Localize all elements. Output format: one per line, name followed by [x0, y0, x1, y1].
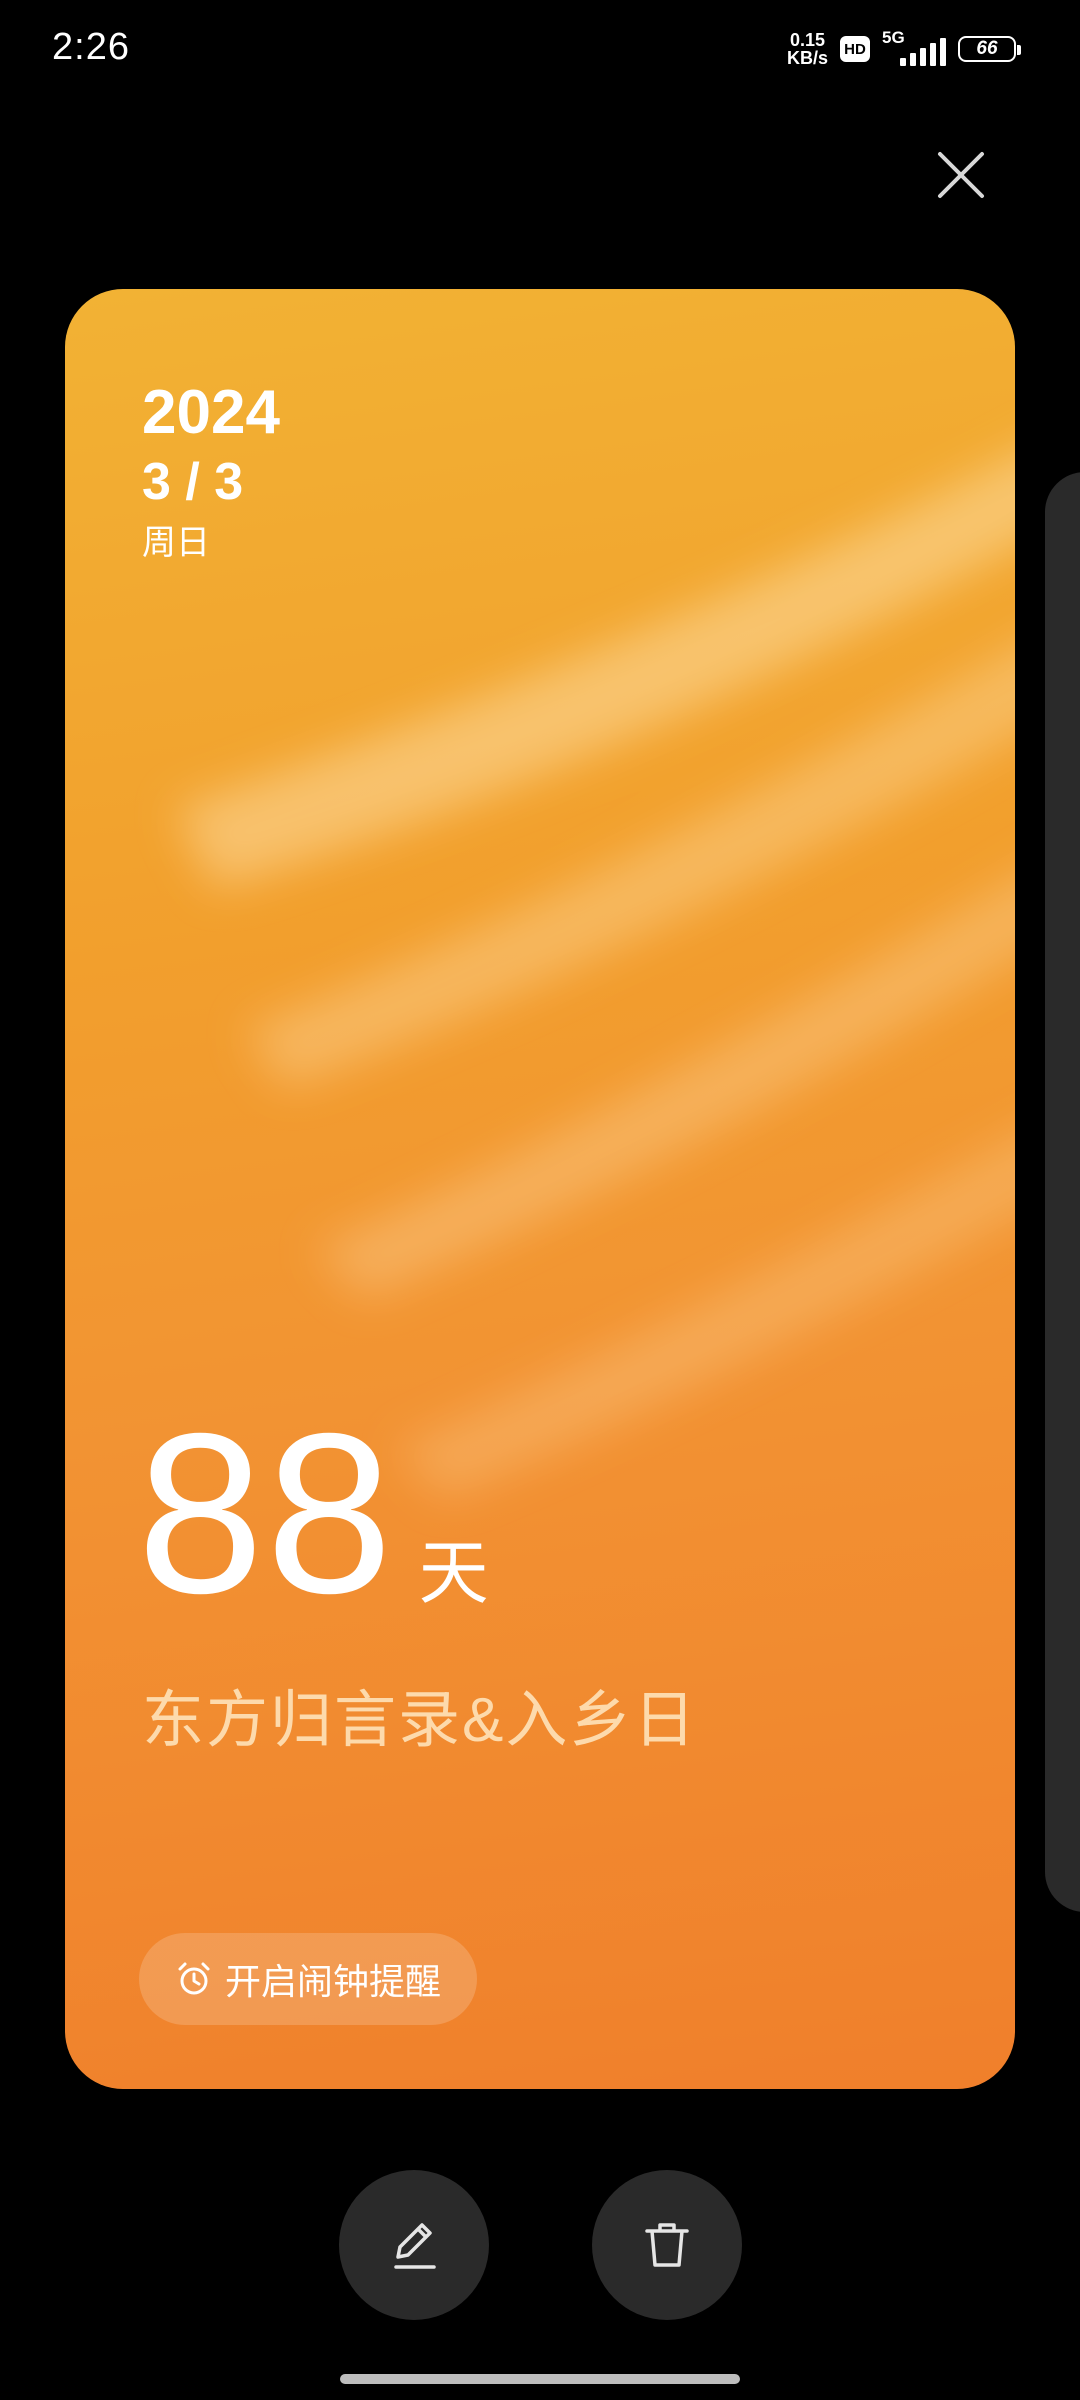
date-year: 2024: [142, 378, 280, 447]
network-speed: 0.15 KB/s: [787, 31, 828, 67]
enable-alarm-button[interactable]: 开启闹钟提醒: [139, 1933, 477, 2025]
next-card-preview[interactable]: [1045, 472, 1080, 1912]
battery-icon: 66: [958, 36, 1021, 62]
days-countdown: 88 天: [137, 1387, 489, 1641]
trash-icon: [645, 2223, 689, 2267]
status-time: 2:26: [52, 26, 130, 68]
days-unit: 天: [418, 1534, 489, 1612]
target-date: 2024 3 / 3 周日: [142, 377, 280, 569]
status-bar: 2:26 0.15 KB/s HD 5G 66: [0, 0, 1080, 100]
status-icons: 0.15 KB/s HD 5G 66: [787, 28, 1021, 70]
close-icon: [938, 152, 984, 198]
date-weekday: 周日: [142, 524, 210, 562]
enable-alarm-label: 开启闹钟提醒: [224, 1961, 441, 2002]
delete-button[interactable]: [592, 2170, 742, 2320]
edit-button[interactable]: [339, 2170, 489, 2320]
pencil-icon: [394, 2223, 436, 2269]
battery-level: 66: [976, 38, 998, 59]
network-speed-unit: KB/s: [786, 48, 828, 68]
event-title: 东方归言录&入乡日: [142, 1686, 698, 1755]
anniversary-card[interactable]: 2024 3 / 3 周日 88 天 东方归言录&入乡日 开启闹钟提醒: [65, 289, 1015, 2089]
hd-icon: HD: [840, 36, 870, 62]
days-count: 88: [137, 1387, 395, 1641]
close-button[interactable]: [934, 148, 988, 202]
network-speed-value: 0.15: [789, 30, 826, 50]
date-month-day: 3 / 3: [142, 453, 244, 511]
home-indicator[interactable]: [340, 2374, 740, 2384]
alarm-clock-icon: [178, 1962, 210, 1995]
signal-icon: 5G: [882, 28, 946, 70]
